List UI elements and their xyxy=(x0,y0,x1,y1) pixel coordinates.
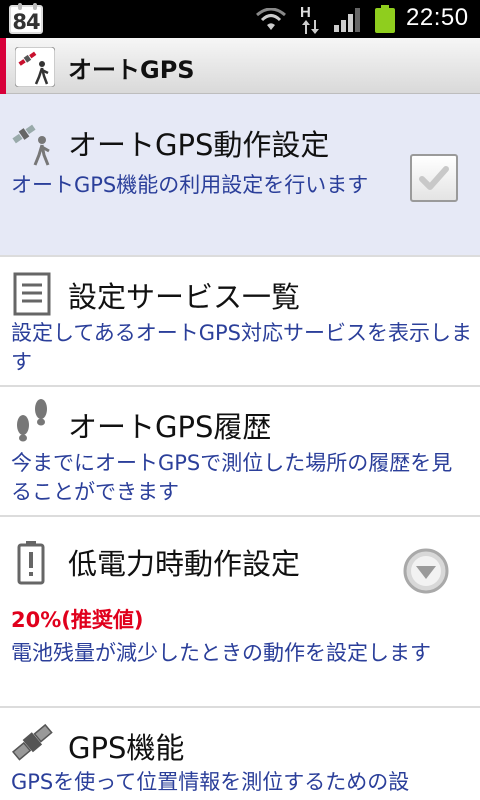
status-bar: 84 H 22:50 xyxy=(0,0,480,38)
setting-auto-gps-operation[interactable]: オートGPS動作設定 オートGPS機能の利用設定を行います xyxy=(0,94,480,257)
page-title: オートGPS xyxy=(68,56,195,84)
app-title-bar: オートGPS xyxy=(0,38,480,94)
list-document-icon xyxy=(13,272,51,316)
satellite-icon xyxy=(11,723,53,761)
auto-gps-app-icon xyxy=(15,47,55,87)
setting-title: GPS機能 xyxy=(68,731,185,765)
setting-summary: 今までにオートGPSで測位した場所の履歴を見ることができます xyxy=(11,451,453,504)
low-battery-icon xyxy=(17,541,45,585)
setting-summary: 電池残量が減少したときの動作を設定します xyxy=(11,641,431,665)
auto-gps-checkbox[interactable] xyxy=(410,154,458,202)
setting-low-power[interactable]: 低電力時動作設定 20%(推奨値) 電池残量が減少したときの動作を設定します xyxy=(0,517,480,708)
setting-auto-gps-history[interactable]: オートGPS履歴 今までにオートGPSで測位した場所の履歴を見ることができます xyxy=(0,387,480,517)
setting-service-list[interactable]: 設定サービス一覧 設定してあるオートGPS対応サービスを表示します xyxy=(0,257,480,387)
setting-summary: 設定してあるオートGPS対応サービスを表示します xyxy=(11,321,473,374)
clock: 22:50 xyxy=(406,4,469,31)
chevron-down-icon xyxy=(403,548,449,594)
setting-title: オートGPS動作設定 xyxy=(68,128,330,162)
setting-summary: オートGPS機能の利用設定を行います xyxy=(11,173,369,197)
wifi-icon xyxy=(256,8,286,30)
low-power-dropdown[interactable] xyxy=(402,547,450,595)
title-accent xyxy=(0,38,6,94)
setting-summary: GPSを使って位置情報を測位するための設 xyxy=(11,770,410,794)
setting-title: 低電力時動作設定 xyxy=(68,547,301,581)
calendar-icon: 84 xyxy=(9,3,43,34)
setting-title: 設定サービス一覧 xyxy=(68,280,301,314)
data-arrows-icon: H xyxy=(300,4,322,34)
signal-icon xyxy=(334,8,360,32)
setting-title: オートGPS履歴 xyxy=(68,410,272,444)
satellite-person-icon xyxy=(12,124,50,166)
footprints-icon xyxy=(17,399,47,442)
calendar-day: 84 xyxy=(12,10,40,34)
checkmark-icon xyxy=(419,166,449,190)
network-type: H xyxy=(300,4,311,21)
low-power-value: 20%(推奨値) xyxy=(11,608,144,632)
battery-icon xyxy=(375,5,395,33)
setting-gps-function[interactable]: GPS機能 GPSを使って位置情報を測位するための設 xyxy=(0,708,480,800)
